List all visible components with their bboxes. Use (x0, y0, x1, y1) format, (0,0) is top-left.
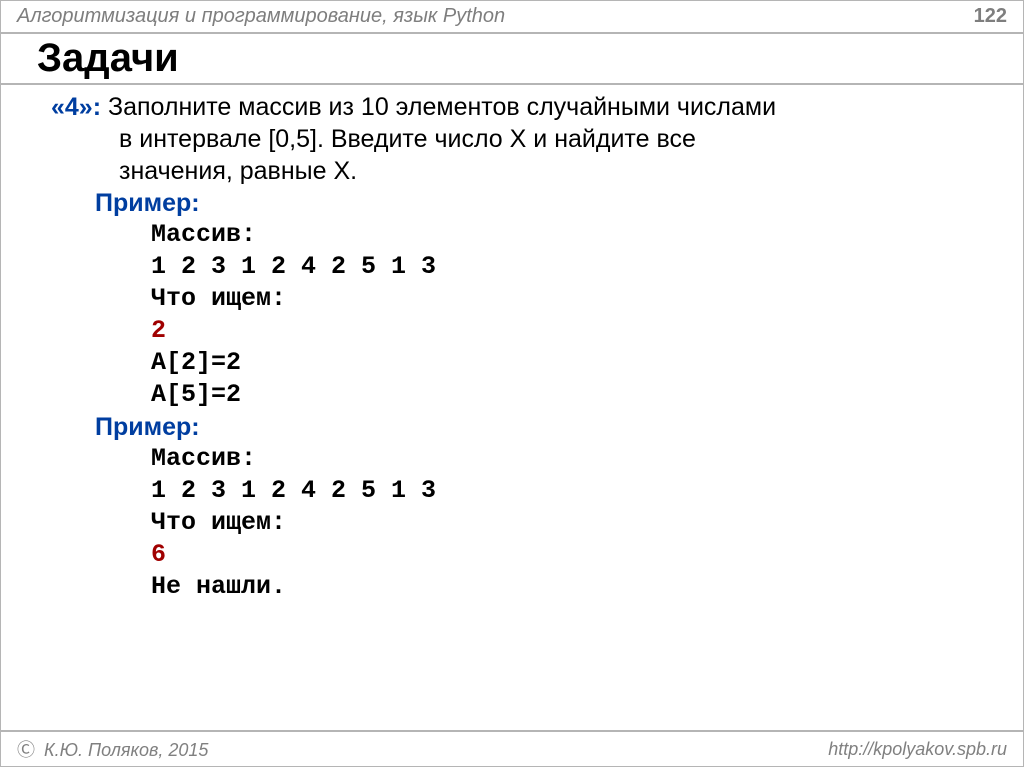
footer-url: http://kpolyakov.spb.ru (828, 739, 1007, 760)
example-2-label: Пример: (51, 411, 973, 443)
task-block: «4»: Заполните массив из 10 элементов сл… (51, 91, 973, 187)
copyright: Ⓒ К.Ю. Поляков, 2015 (17, 736, 208, 762)
copyright-icon: Ⓒ (17, 740, 35, 760)
grade-label: «4»: (51, 93, 101, 121)
page-number: 122 (974, 5, 1007, 28)
copyright-text: К.Ю. Поляков, 2015 (44, 740, 208, 760)
ex1-search-value: 2 (151, 315, 973, 347)
ex1-search-label: Что ищем: (151, 283, 973, 315)
ex2-search-value: 6 (151, 539, 973, 571)
task-line-3: значения, равные X. (119, 157, 357, 185)
page-title: Задачи (1, 34, 1023, 85)
ex1-array-values: 1 2 3 1 2 4 2 5 1 3 (151, 251, 973, 283)
ex1-result-1: A[2]=2 (151, 347, 973, 379)
task-line-2: в интервале [0,5]. Введите число X и най… (119, 125, 696, 153)
ex2-array-label: Массив: (151, 443, 973, 475)
ex2-result: Не нашли. (151, 571, 973, 603)
ex1-array-label: Массив: (151, 219, 973, 251)
example-2-body: Массив: 1 2 3 1 2 4 2 5 1 3 Что ищем: 6 … (51, 443, 973, 603)
example-1-body: Массив: 1 2 3 1 2 4 2 5 1 3 Что ищем: 2 … (51, 219, 973, 411)
example-1-label: Пример: (51, 187, 973, 219)
header-title: Алгоритмизация и программирование, язык … (17, 5, 505, 28)
ex2-array-values: 1 2 3 1 2 4 2 5 1 3 (151, 475, 973, 507)
footer: Ⓒ К.Ю. Поляков, 2015 http://kpolyakov.sp… (1, 730, 1023, 766)
ex1-result-2: A[5]=2 (151, 379, 973, 411)
header: Алгоритмизация и программирование, язык … (1, 1, 1023, 34)
task-line-1: Заполните массив из 10 элементов случайн… (108, 93, 776, 121)
ex2-search-label: Что ищем: (151, 507, 973, 539)
content: «4»: Заполните массив из 10 элементов сл… (1, 89, 1023, 603)
